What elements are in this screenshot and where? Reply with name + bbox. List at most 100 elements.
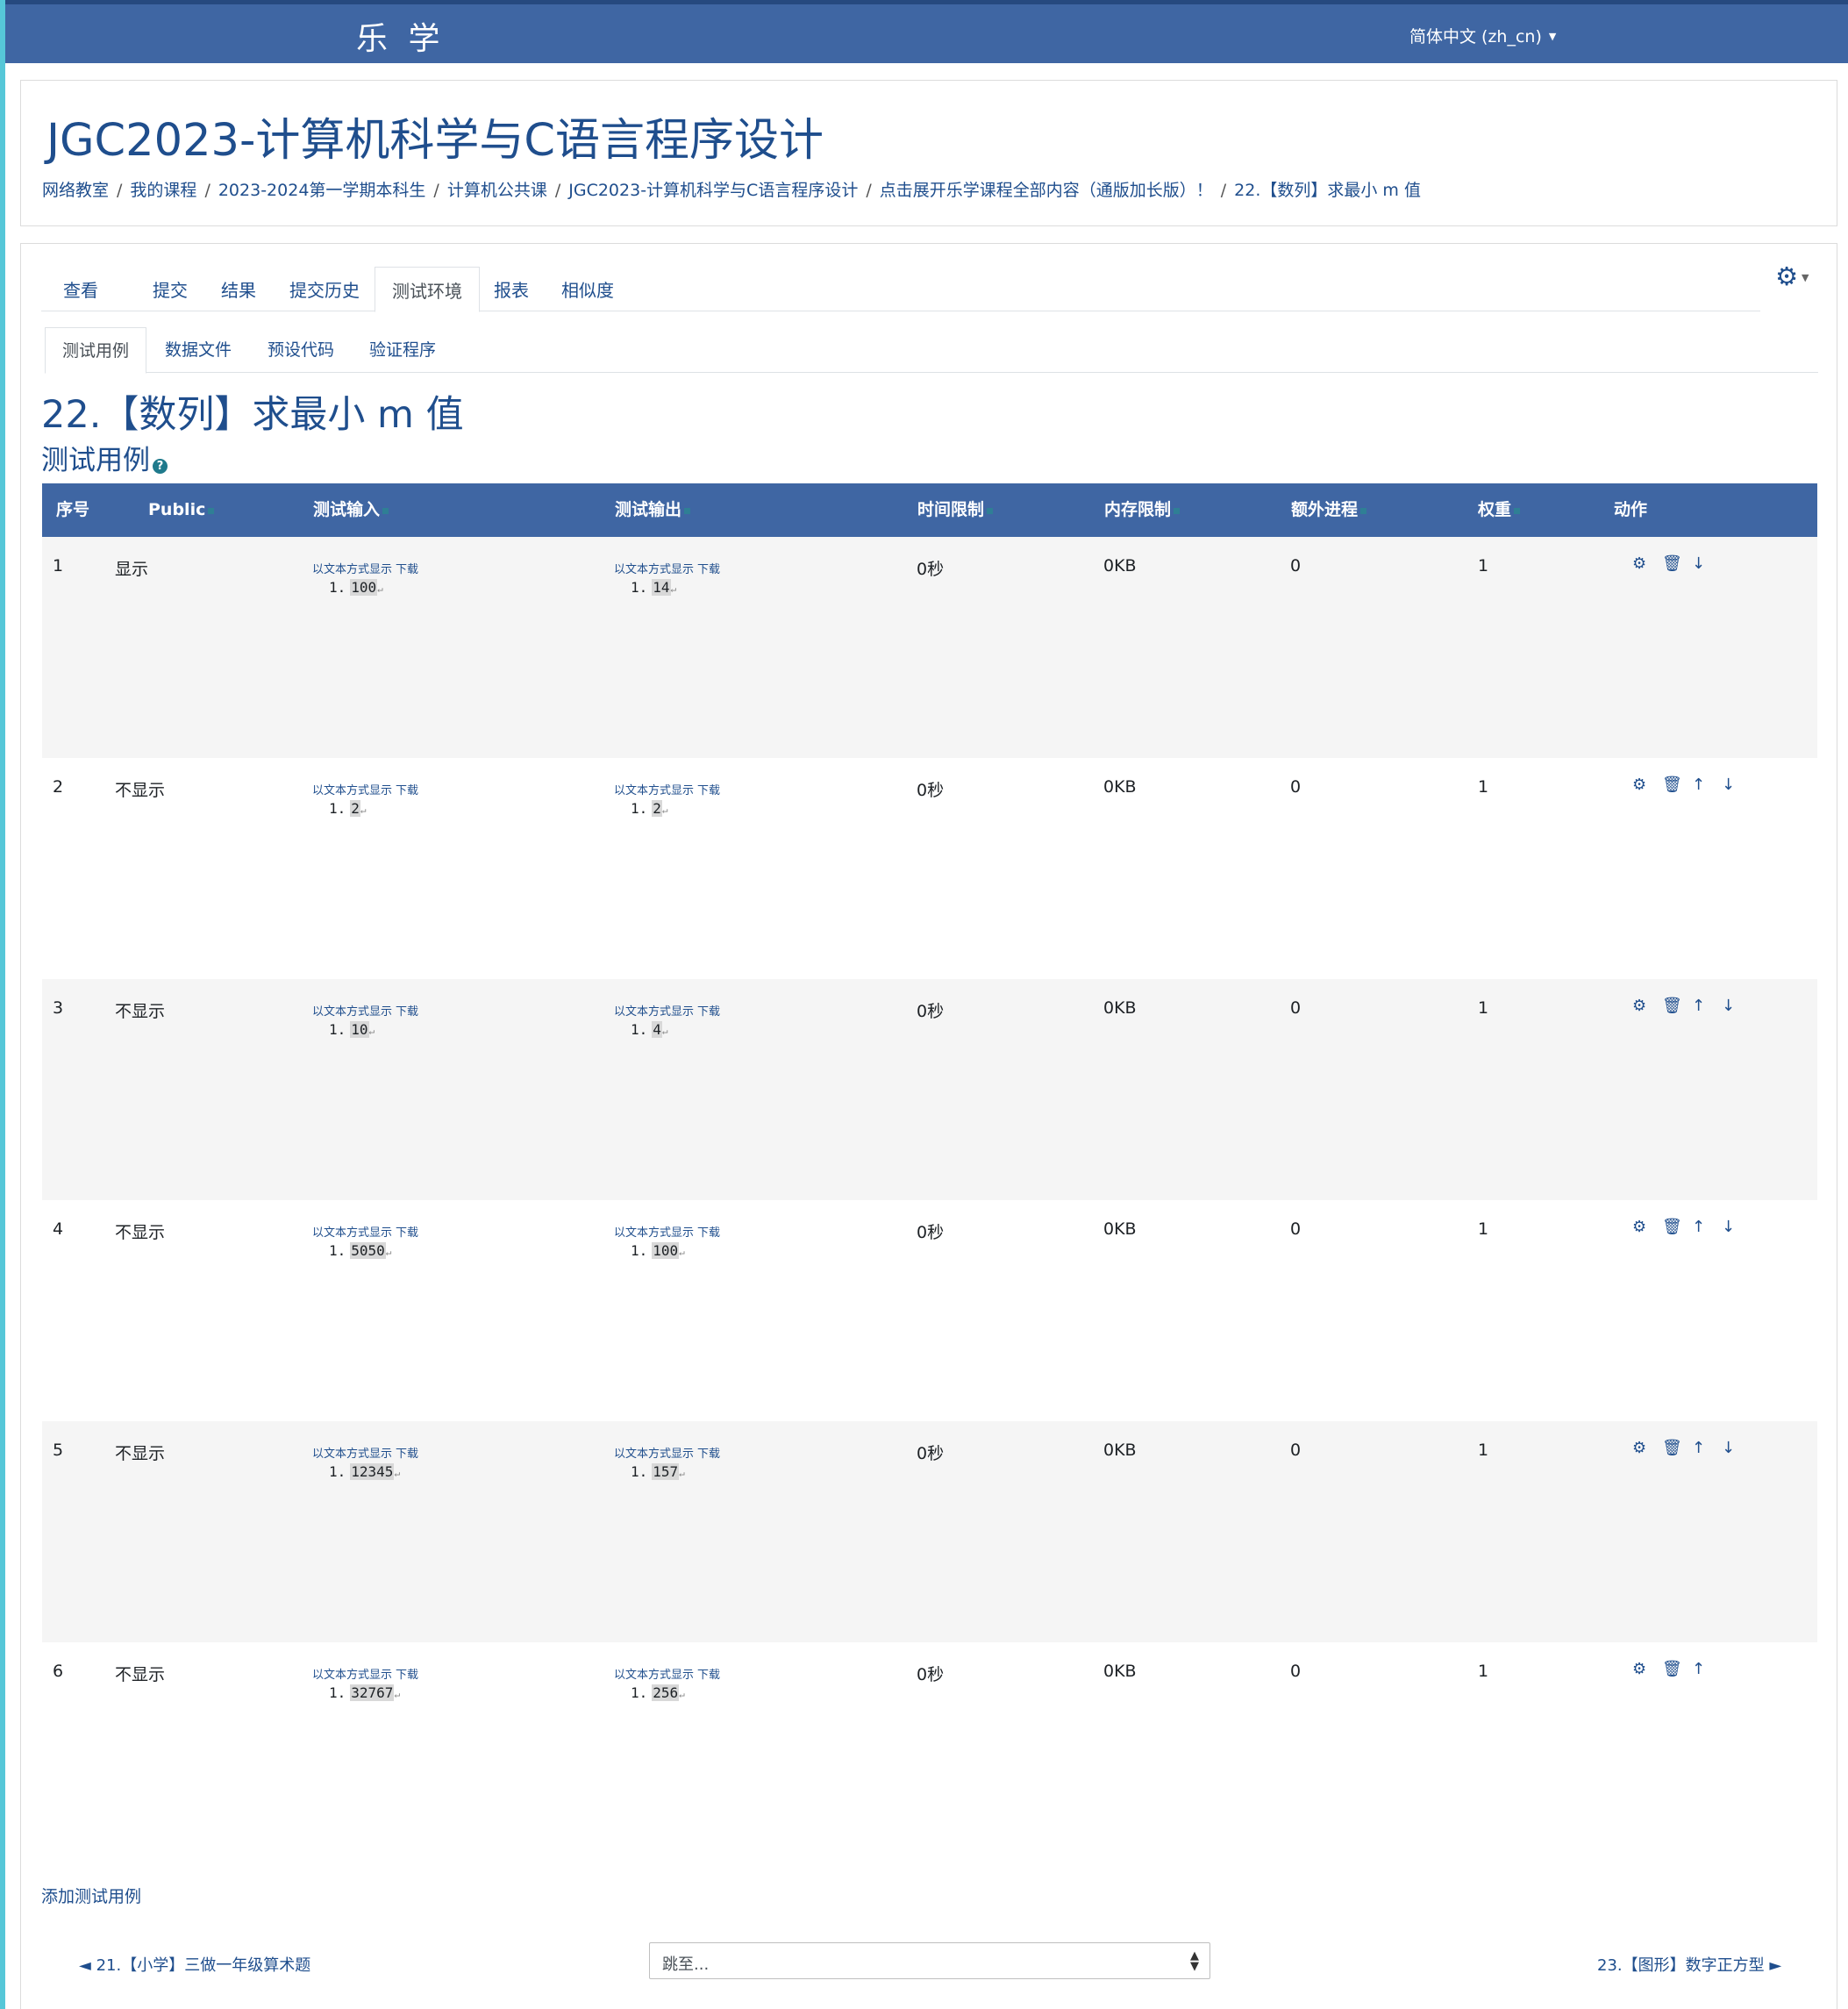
breadcrumb-item[interactable]: 网络教室	[42, 181, 109, 200]
testcase-table: 序号 Public 测试输入 测试输出 时间限制 内存限制 额外进程 权重 动作…	[42, 483, 1817, 1863]
language-menu[interactable]: 简体中文 (zh_cn) ▼	[1409, 24, 1556, 47]
download-link[interactable]: 下载	[697, 784, 720, 797]
tab-report[interactable]: 报表	[494, 267, 529, 311]
language-label: 简体中文 (zh_cn)	[1409, 27, 1542, 46]
show-as-text-link[interactable]: 以文本方式显示	[312, 1226, 392, 1240]
breadcrumb-item[interactable]: 22.【数列】求最小 m 值	[1234, 181, 1421, 200]
col-output[interactable]: 测试输出	[615, 483, 691, 537]
arrow-up-icon[interactable]: ↑	[1692, 1439, 1722, 1457]
table-row: 2 不显示 以文本方式显示 下载 1. 2↵ 以文本方式显示 下载 1. 2↵ 0秒 0KB 0 1 ⚙ 🗑 ↑…	[42, 758, 1817, 979]
cell-extra-process: 0	[1290, 1219, 1302, 1239]
trash-icon[interactable]: 🗑	[1662, 1660, 1692, 1678]
subtab-data-files[interactable]: 数据文件	[165, 327, 232, 372]
tab-submit[interactable]: 提交	[153, 267, 188, 311]
show-as-text-link[interactable]: 以文本方式显示	[312, 1448, 392, 1461]
output-text: 4	[652, 1021, 662, 1038]
subtab-testcases[interactable]: 测试用例	[45, 327, 147, 374]
show-as-text-link[interactable]: 以文本方式显示	[614, 784, 694, 797]
cell-index: 4	[53, 1219, 64, 1239]
gear-icon[interactable]: ⚙	[1632, 1439, 1662, 1457]
gear-icon[interactable]: ⚙	[1632, 997, 1662, 1015]
show-as-text-link[interactable]: 以文本方式显示	[312, 1005, 392, 1019]
col-time-limit[interactable]: 时间限制	[917, 483, 994, 537]
breadcrumb-item[interactable]: 2023-2024第一学期本科生	[218, 181, 426, 200]
prev-activity-link[interactable]: ◄ 21.【小学】三做一年级算术题	[79, 1953, 310, 1976]
col-public[interactable]: Public	[148, 483, 215, 537]
col-extra-process[interactable]: 额外进程	[1291, 483, 1367, 537]
download-link[interactable]: 下载	[396, 1448, 418, 1461]
jump-to-select[interactable]: 跳至... ▲ ▼	[649, 1942, 1210, 1979]
trash-icon[interactable]: 🗑	[1662, 1439, 1692, 1457]
trash-icon[interactable]: 🗑	[1662, 554, 1692, 573]
cell-memory-limit: 0KB	[1103, 556, 1137, 576]
site-brand[interactable]: 乐 学	[356, 13, 445, 59]
arrow-up-icon[interactable]: ↑	[1692, 1218, 1722, 1236]
subtab-preset-code[interactable]: 预设代码	[268, 327, 334, 372]
tab-submit-history[interactable]: 提交历史	[289, 267, 360, 311]
download-link[interactable]: 下载	[697, 1005, 720, 1019]
arrow-up-icon[interactable]: ↑	[1692, 776, 1722, 794]
arrow-down-icon[interactable]: ↓	[1722, 1439, 1752, 1457]
download-link[interactable]: 下载	[396, 1005, 418, 1019]
trash-icon[interactable]: 🗑	[1662, 997, 1692, 1015]
breadcrumb-item[interactable]: 计算机公共课	[447, 181, 547, 200]
gear-icon[interactable]: ⚙	[1632, 554, 1662, 573]
cell-public: 不显示	[115, 1444, 166, 1463]
subtab-validator[interactable]: 验证程序	[369, 327, 436, 372]
cell-memory-limit: 0KB	[1103, 1441, 1137, 1460]
gear-icon[interactable]: ⚙	[1632, 776, 1662, 794]
caret-down-icon: ▼	[1548, 31, 1557, 42]
arrow-up-icon[interactable]: ↑	[1692, 1660, 1722, 1678]
tab-results[interactable]: 结果	[221, 267, 256, 311]
show-as-text-link[interactable]: 以文本方式显示	[614, 1448, 694, 1461]
show-as-text-link[interactable]: 以文本方式显示	[614, 1226, 694, 1240]
arrow-down-icon[interactable]: ↓	[1722, 997, 1752, 1015]
show-as-text-link[interactable]: 以文本方式显示	[312, 563, 392, 576]
show-as-text-link[interactable]: 以文本方式显示	[614, 563, 694, 576]
show-as-text-link[interactable]: 以文本方式显示	[312, 784, 392, 797]
output-value: 1. 256↵	[631, 1684, 685, 1701]
sub-tabs: 测试用例 数据文件 预设代码 验证程序	[45, 327, 1818, 374]
trash-icon[interactable]: 🗑	[1662, 776, 1692, 794]
input-text: 100	[350, 579, 378, 596]
tab-view[interactable]: 查看	[63, 267, 98, 311]
show-as-text-link[interactable]: 以文本方式显示	[614, 1005, 694, 1019]
arrow-up-icon[interactable]: ↑	[1692, 997, 1722, 1015]
tab-test-environment[interactable]: 测试环境	[375, 267, 480, 312]
tab-similarity[interactable]: 相似度	[561, 267, 614, 311]
help-icon[interactable]: ?	[153, 459, 168, 474]
gear-icon[interactable]: ⚙	[1632, 1660, 1662, 1678]
output-text: 256	[652, 1684, 680, 1701]
breadcrumb-item[interactable]: 点击展开乐学课程全部内容（通版加长版）！	[880, 181, 1213, 200]
breadcrumb-item[interactable]: 我的课程	[130, 181, 196, 200]
breadcrumb-item[interactable]: JGC2023-计算机科学与C语言程序设计	[568, 181, 858, 200]
download-link[interactable]: 下载	[697, 1669, 720, 1682]
trash-icon[interactable]: 🗑	[1662, 1218, 1692, 1236]
download-link[interactable]: 下载	[697, 1226, 720, 1240]
download-link[interactable]: 下载	[396, 784, 418, 797]
download-link[interactable]: 下载	[697, 563, 720, 576]
col-memory-limit[interactable]: 内存限制	[1104, 483, 1181, 537]
arrow-down-icon[interactable]: ↓	[1692, 554, 1722, 573]
gear-icon[interactable]: ⚙	[1632, 1218, 1662, 1236]
arrow-down-icon[interactable]: ↓	[1722, 776, 1752, 794]
col-weight[interactable]: 权重	[1478, 483, 1521, 537]
download-link[interactable]: 下载	[396, 1226, 418, 1240]
download-link[interactable]: 下载	[396, 563, 418, 576]
table-row: 3 不显示 以文本方式显示 下载 1. 10↵ 以文本方式显示 下载 1. 4↵ 0秒 0KB 0 1 ⚙ 🗑…	[42, 979, 1817, 1200]
show-as-text-link[interactable]: 以文本方式显示	[614, 1669, 694, 1682]
arrow-down-icon[interactable]: ↓	[1722, 1218, 1752, 1236]
add-testcase-link[interactable]: 添加测试用例	[41, 1884, 141, 1907]
show-as-text-link[interactable]: 以文本方式显示	[312, 1669, 392, 1682]
main-region: ⚙ ▼ 查看 提交 结果 提交历史 测试环境 报表 相似度 测试用例 数据文件 预…	[20, 243, 1837, 2009]
next-activity-link[interactable]: 23.【图形】数字正方型 ►	[1597, 1953, 1781, 1976]
settings-menu[interactable]: ⚙ ▼	[1775, 261, 1809, 291]
cell-time-limit: 0秒	[917, 1444, 945, 1463]
col-input[interactable]: 测试输入	[313, 483, 389, 537]
input-text: 10	[350, 1021, 369, 1038]
download-link[interactable]: 下载	[396, 1669, 418, 1682]
input-links: 以文本方式显示 下载	[312, 1665, 422, 1682]
download-link[interactable]: 下载	[697, 1448, 720, 1461]
output-text: 100	[652, 1242, 680, 1259]
table-header: 序号 Public 测试输入 测试输出 时间限制 内存限制 额外进程 权重 动作	[42, 483, 1817, 537]
